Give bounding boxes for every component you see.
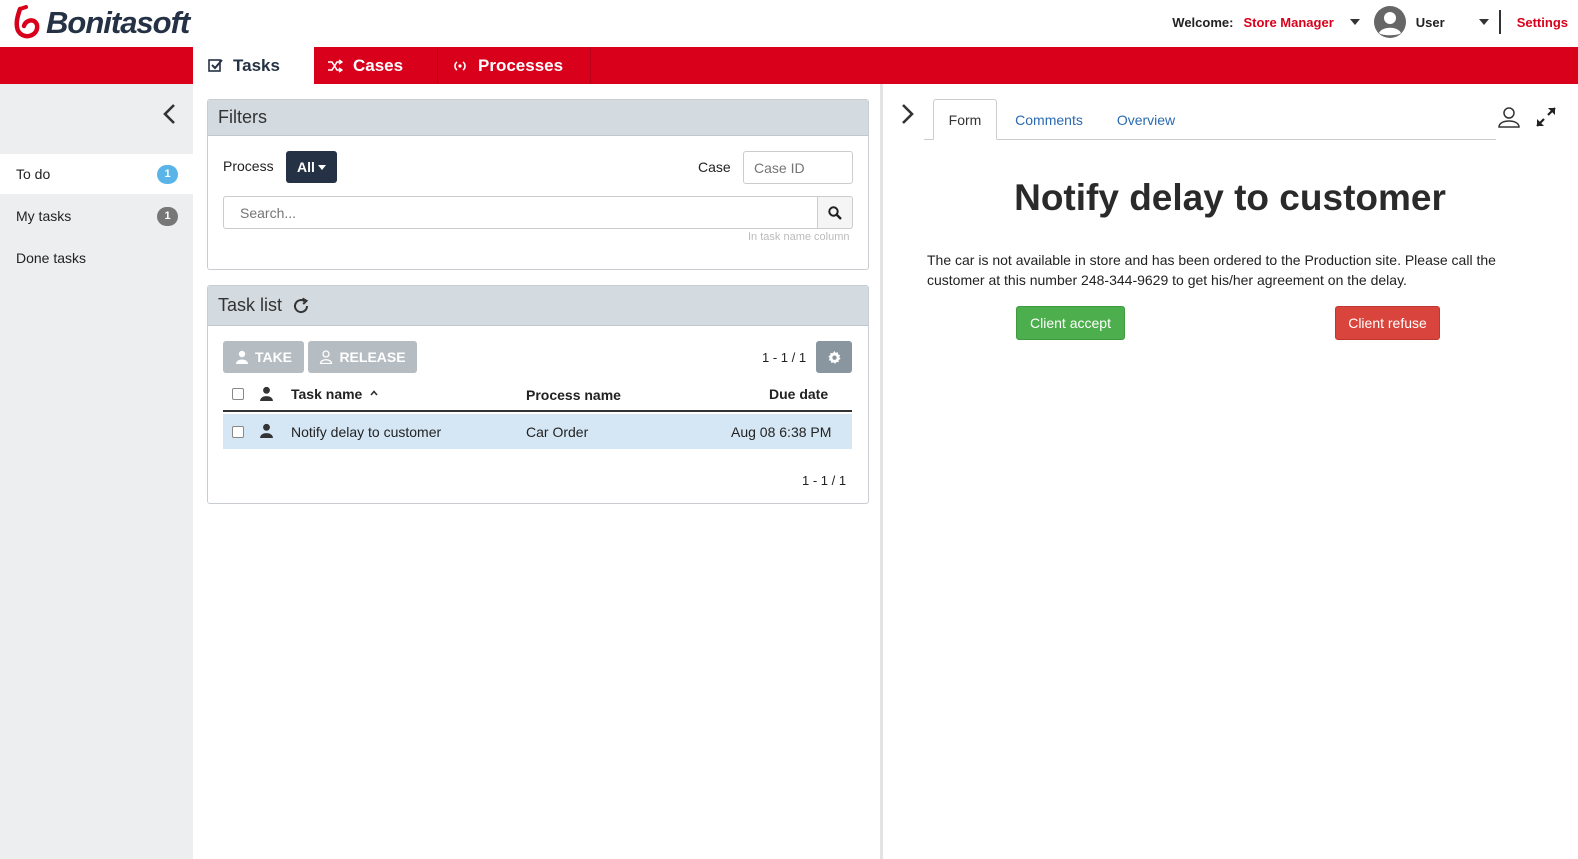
tab-form[interactable]: Form (933, 99, 997, 140)
sidebar-item-my-tasks[interactable]: My tasks 1 (0, 196, 193, 236)
take-button[interactable]: TAKE (223, 341, 304, 373)
search-input[interactable] (223, 196, 818, 229)
task-list-panel: Task list TAKE RELEASE 1 - 1 / 1 Task na… (207, 285, 869, 504)
assigned-user-icon (259, 423, 274, 438)
nav-divider (437, 47, 438, 84)
collapse-sidebar-chevron-left-icon[interactable] (160, 102, 180, 126)
bonitasoft-logo[interactable]: Bonitasoft (12, 4, 190, 42)
table-header: Task name Process name Due date (223, 378, 852, 412)
due-date-cell: Aug 08 6:38 PM (731, 424, 832, 440)
tab-overview[interactable]: Overview (1108, 99, 1184, 140)
profile-name[interactable]: Store Manager (1243, 15, 1333, 30)
my-tasks-count-badge: 1 (157, 206, 178, 226)
tab-form-label: Form (948, 111, 982, 128)
user-outline-icon (319, 350, 333, 364)
task-list-title: Task list (218, 295, 283, 315)
process-icon (452, 59, 468, 73)
form-description: The car is not available in store and ha… (927, 252, 1496, 288)
release-button[interactable]: RELEASE (308, 341, 417, 373)
sidebar-item-label: My tasks (16, 208, 72, 224)
panel-splitter[interactable] (880, 84, 883, 859)
task-name-cell[interactable]: Notify delay to customer (291, 424, 441, 440)
tab-cases[interactable]: Cases (327, 47, 437, 84)
client-accept-button[interactable]: Client accept (1016, 306, 1125, 340)
shuffle-icon (327, 58, 343, 73)
filters-header: Filters (208, 100, 868, 136)
user-area: Welcome: Store Manager User Settings (1172, 0, 1568, 44)
assign-user-icon[interactable] (1497, 106, 1521, 128)
client-refuse-button[interactable]: Client refuse (1335, 306, 1440, 340)
process-filter-value: All (297, 159, 315, 175)
tab-processes-label: Processes (478, 55, 564, 75)
case-filter-label: Case (698, 159, 731, 175)
assignee-column-user-icon (259, 386, 274, 401)
profile-dropdown-caret-icon[interactable] (1349, 19, 1360, 25)
process-filter-dropdown[interactable]: All (286, 151, 337, 183)
settings-link[interactable]: Settings (1517, 15, 1568, 30)
search-button[interactable] (818, 196, 853, 229)
welcome-label: Welcome: (1172, 14, 1234, 30)
tab-cases-label: Cases (353, 55, 404, 75)
user-icon (235, 350, 249, 364)
sidebar: To do 1 My tasks 1 Done tasks (0, 84, 193, 859)
top-bar: Bonitasoft Welcome: Store Manager User S… (0, 0, 1578, 47)
gear-icon (827, 350, 842, 365)
column-header-due-date[interactable]: Due date (769, 386, 828, 402)
filters-panel: Filters Process All Case In task name co… (207, 99, 869, 270)
refresh-icon[interactable] (292, 297, 310, 315)
sidebar-item-done-tasks[interactable]: Done tasks (0, 238, 193, 278)
process-filter-label: Process (223, 158, 274, 174)
tab-overview-label: Overview (1116, 111, 1176, 128)
search-hint: In task name column (748, 231, 850, 243)
nav-divider (590, 47, 591, 84)
header-divider (1498, 10, 1501, 34)
take-label: TAKE (254, 349, 293, 365)
form-title: Notify delay to customer (1014, 177, 1446, 218)
table-settings-button[interactable] (816, 341, 852, 373)
task-list-header: Task list (208, 286, 868, 326)
sort-ascending-icon[interactable] (370, 390, 378, 396)
pagination-top: 1 - 1 / 1 (762, 350, 807, 365)
case-id-input[interactable] (743, 151, 853, 184)
user-label[interactable]: User (1416, 15, 1445, 30)
check-square-icon (208, 58, 223, 73)
sidebar-item-label: To do (16, 166, 51, 182)
client-refuse-label: Client refuse (1348, 315, 1427, 331)
user-dropdown-caret-icon[interactable] (1478, 19, 1489, 25)
sidebar-item-todo[interactable]: To do 1 (0, 154, 193, 194)
logo-text: Bonitasoft (46, 5, 190, 40)
search-icon (828, 205, 842, 220)
collapse-detail-chevron-right-icon[interactable] (897, 101, 917, 127)
sidebar-item-label: Done tasks (16, 250, 87, 266)
client-accept-label: Client accept (1030, 315, 1111, 331)
main-nav: Tasks Cases Processes (0, 47, 1578, 84)
select-all-checkbox[interactable] (232, 388, 244, 400)
user-avatar[interactable] (1373, 6, 1406, 38)
tab-tasks[interactable]: Tasks (193, 47, 314, 84)
row-checkbox[interactable] (232, 426, 244, 438)
column-header-process-name[interactable]: Process name (526, 387, 621, 403)
filters-title: Filters (218, 107, 267, 127)
tab-comments[interactable]: Comments (1007, 99, 1091, 140)
process-dropdown-caret-icon (317, 164, 326, 170)
todo-count-badge: 1 (157, 164, 178, 184)
column-header-task-name[interactable]: Task name (291, 386, 362, 402)
pagination-bottom: 1 - 1 / 1 (802, 473, 847, 488)
table-row[interactable]: Notify delay to customer Car Order Aug 0… (223, 414, 852, 449)
bonita-logo-icon (12, 5, 42, 41)
process-name-cell: Car Order (526, 424, 589, 440)
tab-comments-label: Comments (1015, 111, 1083, 128)
tab-processes[interactable]: Processes (452, 47, 590, 84)
expand-fullscreen-icon[interactable] (1535, 106, 1557, 128)
release-label: RELEASE (339, 349, 406, 365)
tab-tasks-label: Tasks (233, 55, 280, 75)
